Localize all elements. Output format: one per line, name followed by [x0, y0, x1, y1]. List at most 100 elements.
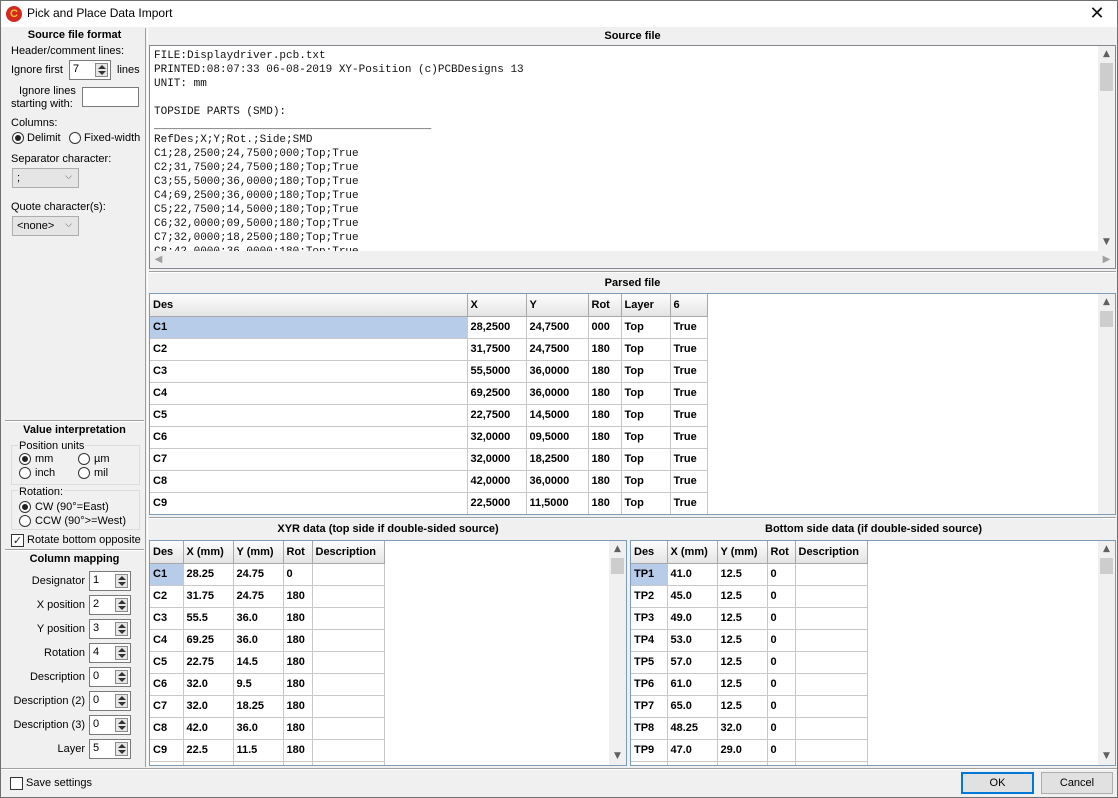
- table-cell[interactable]: 180: [283, 717, 313, 740]
- table-cell[interactable]: 0: [767, 563, 796, 586]
- table-cell[interactable]: Top: [621, 448, 671, 471]
- spin-arrows-icon[interactable]: [115, 670, 128, 684]
- table-cell[interactable]: True: [670, 492, 708, 514]
- table-cell[interactable]: 180: [283, 585, 313, 608]
- unit-inch-radio[interactable]: [19, 467, 31, 479]
- table-cell[interactable]: TP8: [631, 717, 668, 740]
- unit-mm-radio[interactable]: [19, 453, 31, 465]
- table-row[interactable]: C9 22.5 11.5 180: [150, 739, 385, 762]
- table-row[interactable]: C5 22.75 14.5 180: [150, 651, 385, 674]
- parsed-file-grid[interactable]: Des X Y Rot Layer 6 C1 28,2500 24,7500 000 Top True…: [149, 293, 1116, 515]
- table-row[interactable]: [631, 761, 868, 765]
- mapping-spinner[interactable]: 4: [89, 643, 131, 663]
- table-cell[interactable]: TP4: [631, 629, 668, 652]
- table-cell[interactable]: 31.75: [183, 585, 234, 608]
- table-cell[interactable]: 09,5000: [526, 426, 589, 449]
- table-cell[interactable]: [795, 695, 868, 718]
- table-cell[interactable]: [795, 761, 868, 765]
- column-header[interactable]: Rot: [588, 294, 622, 317]
- table-cell[interactable]: [467, 514, 526, 515]
- table-cell[interactable]: [312, 695, 385, 718]
- ok-button[interactable]: OK: [961, 772, 1034, 794]
- table-cell[interactable]: TP6: [631, 673, 668, 696]
- table-row[interactable]: C7 32,0000 18,2500 180 Top True: [150, 448, 708, 471]
- table-cell[interactable]: 0: [767, 585, 796, 608]
- column-header[interactable]: X: [467, 294, 527, 317]
- rotation-ccw-radio[interactable]: [19, 515, 31, 527]
- table-row[interactable]: TP6 61.0 12.5 0: [631, 673, 868, 696]
- table-cell[interactable]: C6: [150, 426, 468, 449]
- table-cell[interactable]: C4: [150, 382, 468, 405]
- table-cell[interactable]: Top: [621, 338, 671, 361]
- table-cell[interactable]: Top: [621, 426, 671, 449]
- table-cell[interactable]: 12.5: [717, 695, 768, 718]
- cancel-button[interactable]: Cancel: [1041, 772, 1113, 794]
- table-cell[interactable]: 0: [767, 695, 796, 718]
- table-cell[interactable]: 11,5000: [526, 492, 589, 514]
- source-vertical-scrollbar[interactable]: ▲ ▼: [1098, 46, 1115, 251]
- bottom-vertical-scrollbar[interactable]: ▲ ▼: [1098, 541, 1115, 765]
- unit-mil-radio[interactable]: [78, 467, 90, 479]
- table-cell[interactable]: 42,0000: [467, 470, 527, 493]
- scroll-thumb[interactable]: [1100, 311, 1113, 327]
- table-cell[interactable]: 47.0: [667, 739, 718, 762]
- table-cell[interactable]: C5: [150, 651, 184, 674]
- table-cell[interactable]: [312, 629, 385, 652]
- table-cell[interactable]: [312, 585, 385, 608]
- table-cell[interactable]: 41.0: [667, 563, 718, 586]
- table-cell[interactable]: C8: [150, 470, 468, 493]
- table-cell[interactable]: [795, 607, 868, 630]
- table-cell[interactable]: 22,5000: [467, 492, 527, 514]
- table-cell[interactable]: 55.5: [183, 607, 234, 630]
- column-header[interactable]: Rot: [767, 541, 796, 564]
- table-cell[interactable]: [667, 761, 718, 765]
- table-cell[interactable]: 31,7500: [467, 338, 527, 361]
- rotate-bottom-checkbox[interactable]: ✓: [11, 534, 24, 547]
- table-cell[interactable]: 180: [283, 607, 313, 630]
- table-cell[interactable]: 22,7500: [467, 404, 527, 427]
- table-cell[interactable]: Top: [621, 470, 671, 493]
- table-cell[interactable]: [183, 761, 234, 765]
- table-cell[interactable]: TP2: [631, 585, 668, 608]
- table-cell[interactable]: [670, 514, 707, 515]
- table-cell[interactable]: 180: [588, 338, 622, 361]
- table-cell[interactable]: 24.75: [233, 563, 284, 586]
- table-cell[interactable]: 18,2500: [526, 448, 589, 471]
- table-cell[interactable]: 000: [588, 316, 622, 339]
- table-cell[interactable]: 49.0: [667, 607, 718, 630]
- table-cell[interactable]: 36,0000: [526, 470, 589, 493]
- scroll-up-icon[interactable]: ▲: [1098, 541, 1115, 558]
- table-row[interactable]: C3 55,5000 36,0000 180 Top True: [150, 360, 708, 383]
- table-cell[interactable]: 57.0: [667, 651, 718, 674]
- delimit-radio[interactable]: [12, 132, 24, 144]
- table-cell[interactable]: [150, 514, 467, 515]
- table-row[interactable]: TP4 53.0 12.5 0: [631, 629, 868, 652]
- table-cell[interactable]: Top: [621, 492, 671, 514]
- table-row[interactable]: C3 55.5 36.0 180: [150, 607, 385, 630]
- table-cell[interactable]: 180: [283, 629, 313, 652]
- table-row[interactable]: C2 31.75 24.75 180: [150, 585, 385, 608]
- table-cell[interactable]: [588, 514, 621, 515]
- table-cell[interactable]: C2: [150, 338, 468, 361]
- table-cell[interactable]: 12.5: [717, 673, 768, 696]
- mapping-spinner[interactable]: 5: [89, 739, 131, 759]
- table-cell[interactable]: 14,5000: [526, 404, 589, 427]
- table-cell[interactable]: 28,2500: [467, 316, 527, 339]
- table-cell[interactable]: 61.0: [667, 673, 718, 696]
- table-row[interactable]: C7 32.0 18.25 180: [150, 695, 385, 718]
- table-cell[interactable]: 45.0: [667, 585, 718, 608]
- table-row[interactable]: C5 22,7500 14,5000 180 Top True: [150, 404, 708, 427]
- table-row[interactable]: C1 28,2500 24,7500 000 Top True: [150, 316, 708, 339]
- panel-splitter[interactable]: [145, 28, 148, 767]
- mapping-spinner[interactable]: 0: [89, 691, 131, 711]
- scroll-thumb[interactable]: [1100, 558, 1113, 574]
- mapping-spinner[interactable]: 2: [89, 595, 131, 615]
- table-cell[interactable]: [795, 585, 868, 608]
- table-cell[interactable]: C7: [150, 448, 468, 471]
- table-cell[interactable]: 0: [767, 629, 796, 652]
- table-cell[interactable]: 22.5: [183, 739, 234, 762]
- table-row[interactable]: C6 32,0000 09,5000 180 Top True: [150, 426, 708, 449]
- table-cell[interactable]: [767, 761, 796, 765]
- scroll-down-icon[interactable]: ▼: [1098, 234, 1115, 251]
- table-cell[interactable]: 22.75: [183, 651, 234, 674]
